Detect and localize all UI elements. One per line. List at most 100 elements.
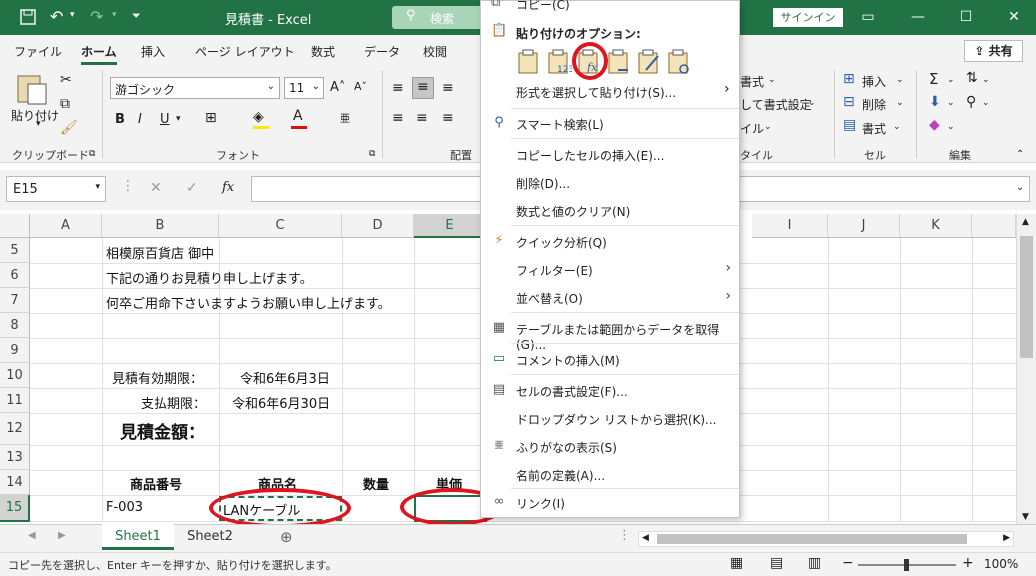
cell-b11[interactable]: 支払期限： [141, 393, 206, 412]
menu-item-clear-contents[interactable]: 数式と値のクリア(N) [481, 198, 739, 224]
format-as-table-partial[interactable]: して書式設定 [740, 96, 812, 113]
tab-home[interactable]: ホーム [81, 43, 117, 65]
zoom-in-icon[interactable]: + [962, 555, 974, 571]
chevron-down-icon[interactable]: ⌄ [896, 98, 904, 108]
scroll-thumb[interactable] [1020, 236, 1033, 358]
chevron-down-icon[interactable]: ⌄ [947, 122, 955, 132]
menu-item-insert-copied-cells[interactable]: コピーしたセルの挿入(E)... [481, 142, 739, 168]
row-header-15[interactable]: 15 [0, 495, 30, 522]
insert-cells-icon[interactable]: ⊞ [843, 71, 855, 87]
align-left-icon[interactable]: ≡ [392, 110, 404, 126]
paste-label[interactable]: 貼り付け [11, 107, 59, 124]
chevron-down-icon[interactable]: ⌄ [947, 98, 955, 108]
decrease-font-icon[interactable]: A˅ [354, 80, 367, 93]
column-header-b[interactable]: B [102, 214, 219, 238]
column-header-e[interactable]: E [414, 214, 486, 238]
scroll-right-icon[interactable]: ▶ [1003, 533, 1010, 543]
signin-button[interactable]: サインイン [773, 8, 843, 27]
font-name-select[interactable]: 游ゴシック ⌄ [110, 77, 280, 99]
menu-item-sort[interactable]: 並べ替え(O) › [481, 285, 739, 311]
menu-item-format-cells[interactable]: ▤ セルの書式設定(F)... [481, 378, 739, 404]
cell-d14[interactable]: 数量 [363, 474, 389, 493]
ribbon-display-icon[interactable]: ▭ [853, 6, 883, 28]
chevron-down-icon[interactable]: ⌄ [764, 122, 772, 132]
format-cells-icon[interactable]: ▤ [843, 117, 856, 133]
close-icon[interactable]: ✕ [999, 6, 1029, 28]
tab-page-layout[interactable]: ページ レイアウト [195, 43, 295, 60]
align-right-icon[interactable]: ≡ [442, 110, 454, 126]
insert-cells-button[interactable]: 挿入 [862, 73, 886, 90]
paste-dropdown-icon[interactable]: ▾ [36, 119, 41, 129]
cell-styles-partial[interactable]: イル [740, 120, 764, 137]
search-box[interactable]: ⚲ 検索 [392, 6, 487, 29]
menu-item-delete[interactable]: 削除(D)... [481, 170, 739, 196]
paste-option-transpose-icon[interactable] [606, 48, 632, 76]
scroll-up-icon[interactable]: ▲ [1022, 217, 1029, 227]
cell-b15[interactable]: F-003 [106, 500, 143, 515]
tab-review[interactable]: 校閲 [423, 43, 447, 60]
cell-c10[interactable]: 令和6年6月3日 [240, 368, 330, 387]
chevron-down-icon[interactable]: ⌄ [947, 75, 955, 85]
borders-icon[interactable]: ⊞ [205, 110, 217, 126]
cell-b5[interactable]: 相模原百貨店 御中 [106, 243, 214, 262]
cut-icon[interactable]: ✂ [60, 72, 72, 88]
format-painter-icon[interactable]: 🖌 [60, 120, 78, 136]
column-header-c[interactable]: C [219, 214, 342, 238]
fill-color-icon[interactable]: ◈ [253, 109, 264, 125]
clipboard-launcher-icon[interactable]: ⧉ [89, 149, 95, 159]
paste-option-link-icon[interactable] [666, 48, 692, 76]
row-header-6[interactable]: 6 [0, 263, 30, 288]
scroll-thumb[interactable] [657, 534, 967, 544]
align-bottom-icon[interactable]: ≡ [442, 80, 454, 96]
fill-icon[interactable]: ⬇ [929, 94, 941, 110]
delete-cells-button[interactable]: 削除 [862, 96, 886, 113]
align-top-icon[interactable]: ≡ [392, 80, 404, 96]
column-header-l[interactable] [972, 214, 1016, 238]
column-header-d[interactable]: D [342, 214, 414, 238]
cell-b7[interactable]: 何卒ご用命下さいますようお願い申し上げます。 [106, 293, 391, 312]
select-all-corner[interactable] [0, 214, 30, 238]
column-header-a[interactable]: A [30, 214, 102, 238]
next-sheet-icon[interactable]: ▶ [58, 530, 66, 541]
row-header-7[interactable]: 7 [0, 288, 30, 313]
cell-b12[interactable]: 見積金額： [120, 418, 205, 443]
paste-button[interactable] [14, 72, 50, 109]
column-header-k[interactable]: K [900, 214, 972, 238]
expand-formula-icon[interactable]: ⌄ [1016, 182, 1024, 193]
bold-icon[interactable]: B [115, 112, 125, 127]
row-header-10[interactable]: 10 [0, 363, 30, 388]
delete-cells-icon[interactable]: ⊟ [843, 94, 855, 110]
sheet-tab-sheet1[interactable]: Sheet1 [102, 524, 174, 550]
font-color-icon[interactable]: A [293, 108, 303, 124]
page-break-view-icon[interactable]: ▥ [808, 555, 821, 571]
menu-item-copy[interactable]: コピー(C) [516, 0, 570, 13]
maximize-icon[interactable]: ☐ [951, 6, 981, 28]
scroll-down-icon[interactable]: ▼ [1022, 512, 1029, 522]
chevron-down-icon[interactable]: ⌄ [768, 75, 776, 85]
font-launcher-icon[interactable]: ⧉ [369, 149, 375, 159]
chevron-down-icon[interactable]: ⌄ [893, 122, 901, 132]
row-header-14[interactable]: 14 [0, 470, 30, 495]
tab-insert[interactable]: 挿入 [141, 43, 165, 60]
underline-icon[interactable]: U [160, 112, 170, 127]
align-middle-button[interactable]: ≡ [412, 77, 434, 99]
share-button[interactable]: ⇪ 共有 [964, 40, 1023, 62]
tab-data[interactable]: データ [364, 43, 400, 60]
menu-item-get-data[interactable]: ▦ テーブルまたは範囲からデータを取得(G)... [481, 316, 739, 352]
menu-item-filter[interactable]: フィルター(E) › [481, 257, 739, 283]
menu-item-paste-special[interactable]: 形式を選択して貼り付け(S)... [516, 84, 676, 101]
tab-file[interactable]: ファイル [14, 43, 62, 60]
phonetic-guide-icon[interactable]: 亜 [340, 110, 350, 125]
cell-b6[interactable]: 下記の通りお見積り申し上げます。 [106, 268, 313, 287]
underline-dropdown-icon[interactable]: ▾ [176, 114, 181, 124]
zoom-level[interactable]: 100% [984, 557, 1018, 571]
row-header-13[interactable]: 13 [0, 445, 30, 470]
chevron-down-icon[interactable]: ⌄ [896, 75, 904, 85]
font-size-select[interactable]: 11 ⌄ [284, 77, 324, 99]
paste-option-formatting-icon[interactable] [636, 48, 662, 76]
prev-sheet-icon[interactable]: ◀ [28, 530, 36, 541]
vertical-scrollbar[interactable]: ▲ ▼ [1016, 214, 1036, 524]
paste-option-values-icon[interactable]: 123 [546, 48, 572, 76]
page-layout-view-icon[interactable]: ▤ [770, 555, 783, 571]
save-icon[interactable] [20, 9, 36, 25]
